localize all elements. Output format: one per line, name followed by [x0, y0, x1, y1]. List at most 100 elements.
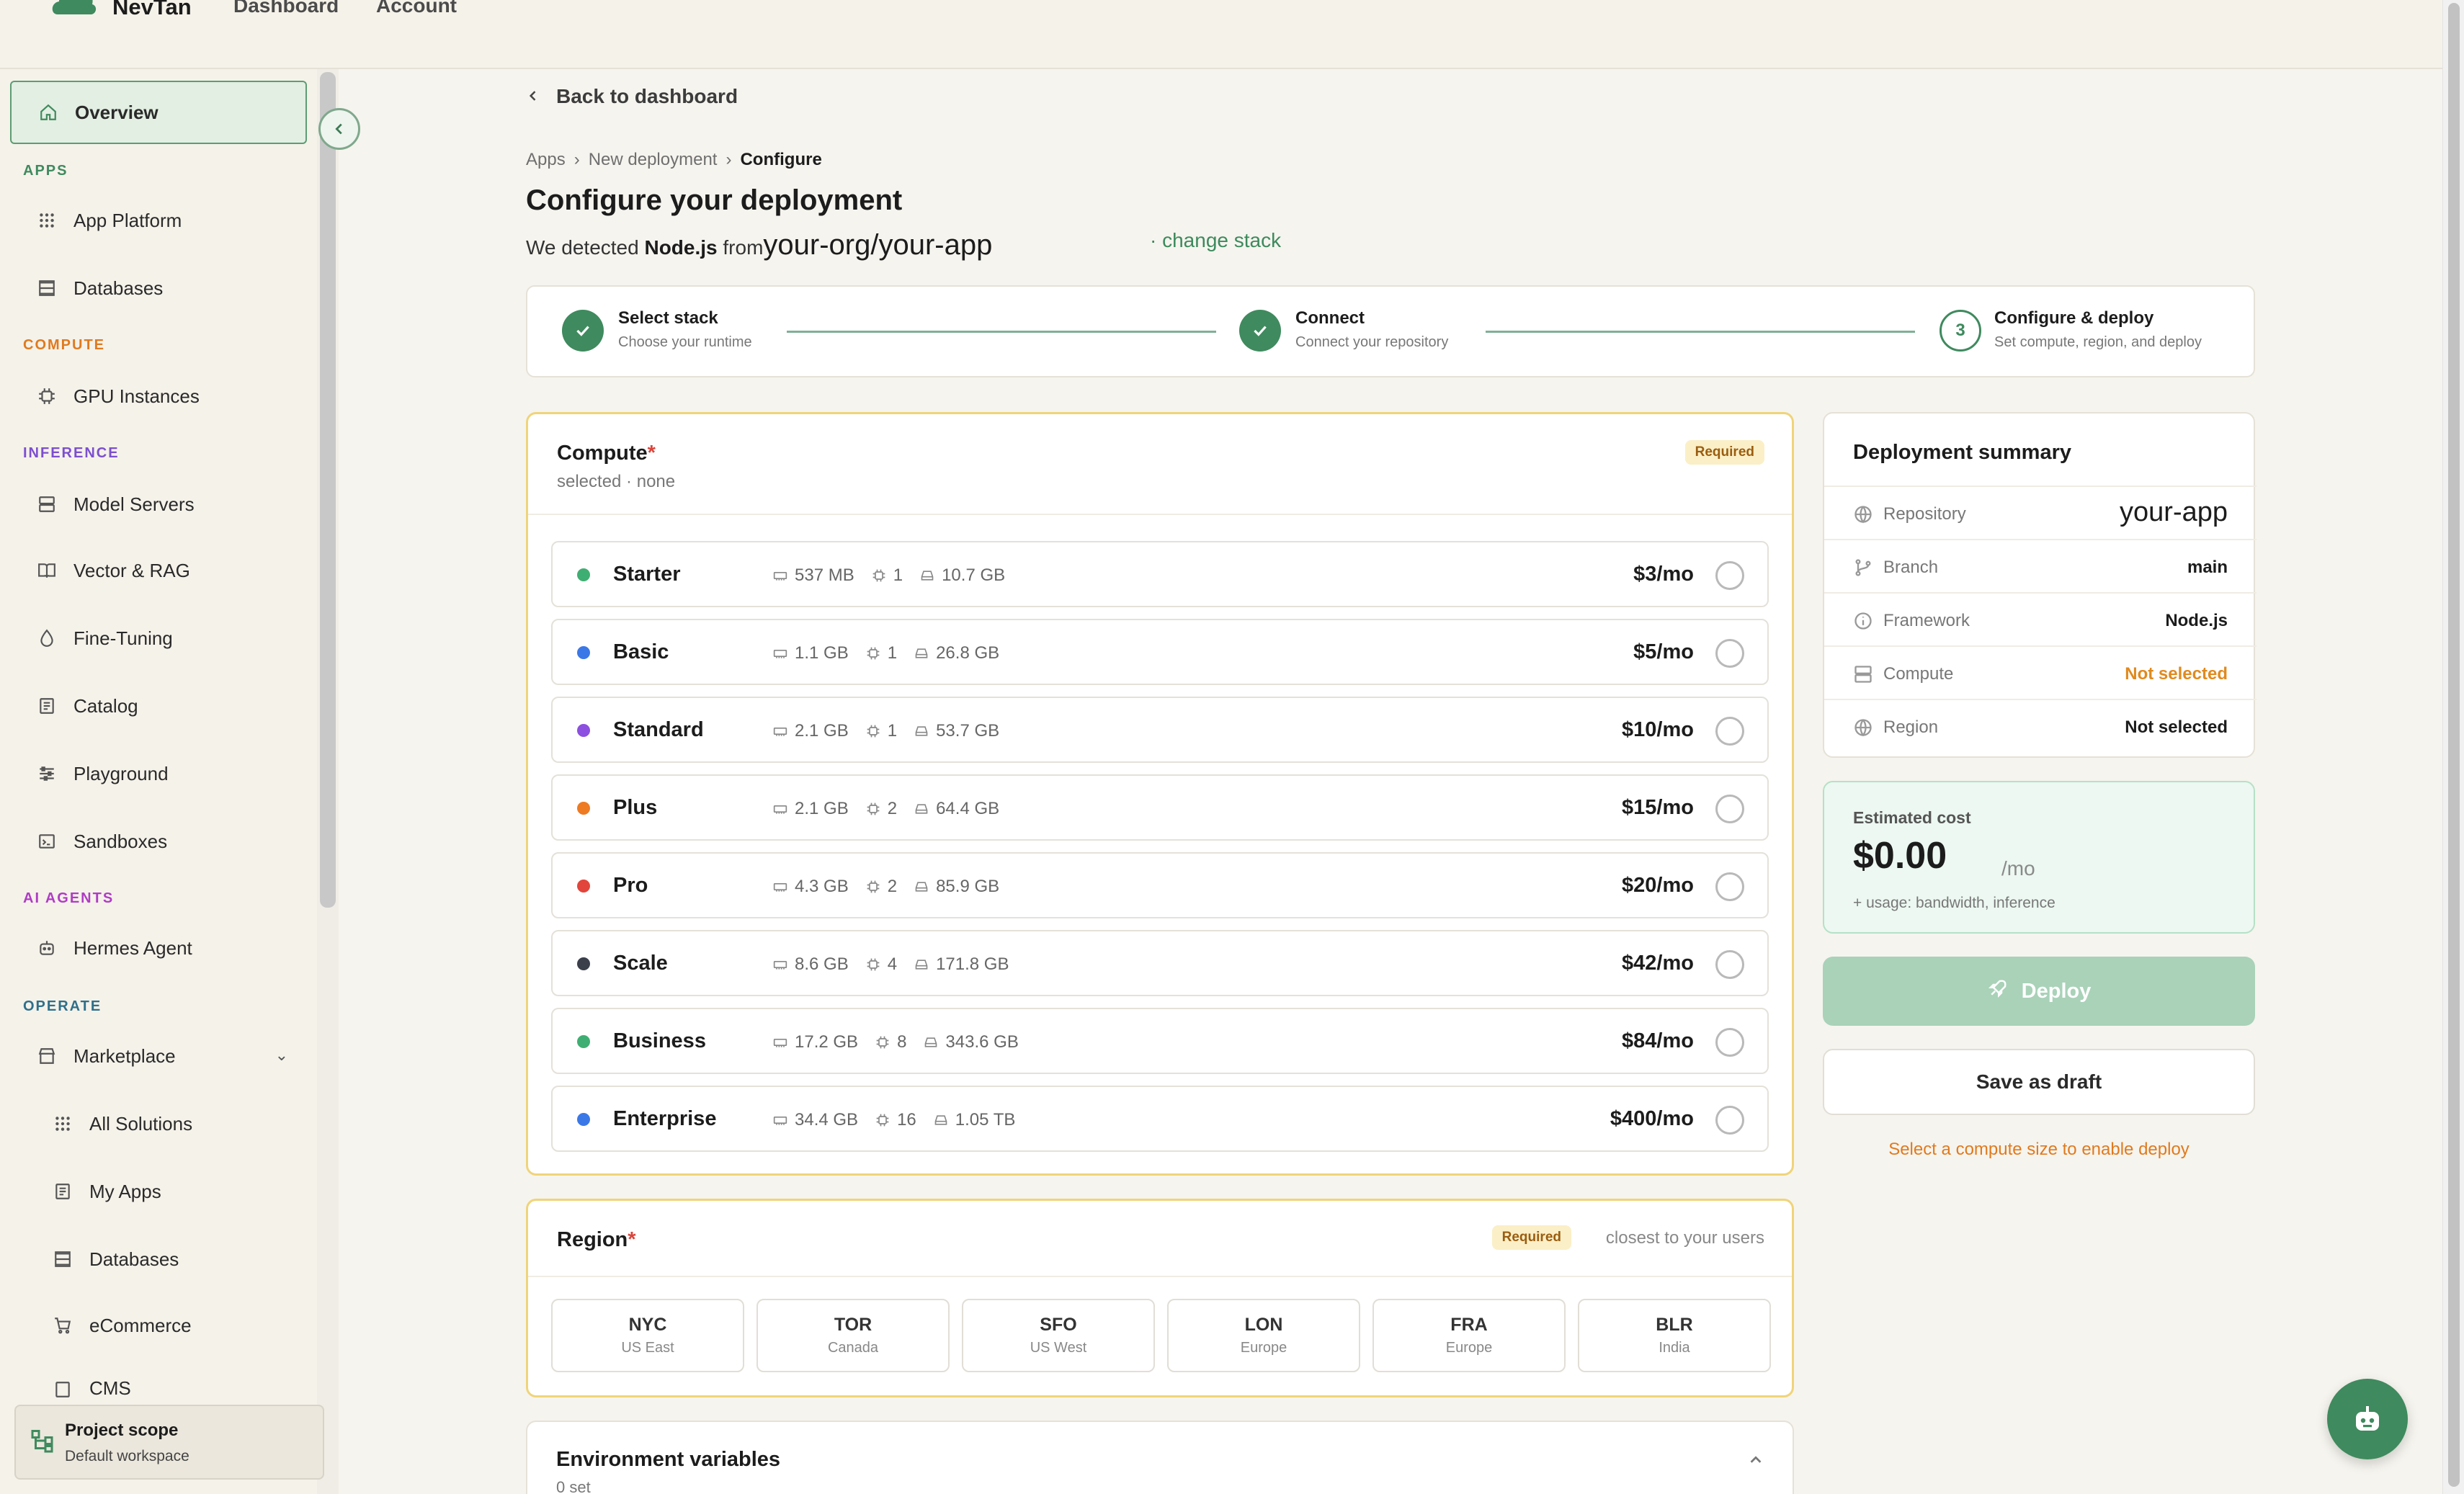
cost-note: + usage: bandwidth, inference — [1853, 895, 2055, 911]
memory-icon — [773, 1117, 787, 1125]
sidebar-item-overview[interactable]: Overview — [10, 81, 307, 144]
disk-icon — [915, 804, 928, 814]
tier-cpu: 2 — [887, 799, 898, 818]
compute-tier-row[interactable]: Business 17.2 GB 8 343.6 GB $84/mo — [551, 1008, 1769, 1074]
region-option-fra[interactable]: FRA Europe — [1372, 1299, 1566, 1372]
assistant-fab-button[interactable] — [2327, 1379, 2408, 1459]
region-code: LON — [1244, 1315, 1283, 1335]
sidebar-item-databases[interactable]: Databases — [10, 256, 307, 320]
collapse-sidebar-button[interactable] — [318, 108, 360, 150]
sidebar-item-catalog[interactable]: Catalog — [10, 674, 307, 738]
tier-radio[interactable] — [1715, 1028, 1744, 1057]
compute-tier-row[interactable]: Enterprise 34.4 GB 16 1.05 TB $400/mo — [551, 1086, 1769, 1152]
tier-name: Basic — [613, 640, 669, 663]
save-draft-button[interactable]: Save as draft — [1823, 1049, 2255, 1115]
detected-repo: your-org/your-app — [763, 229, 993, 261]
region-option-sfo[interactable]: SFO US West — [962, 1299, 1155, 1372]
tier-radio[interactable] — [1715, 561, 1744, 590]
region-location: Canada — [827, 1340, 879, 1356]
breadcrumb-current: Configure — [740, 150, 822, 169]
tier-radio[interactable] — [1715, 717, 1744, 746]
region-option-blr[interactable]: BLR India — [1578, 1299, 1771, 1372]
sidebar-item-marketplace[interactable]: Marketplace ⌄ — [10, 1024, 307, 1088]
tier-radio[interactable] — [1715, 795, 1744, 823]
cpu-spec: 16 — [875, 1110, 916, 1130]
tier-radio[interactable] — [1715, 950, 1744, 979]
memory-icon — [773, 650, 787, 658]
sidebar-item-gpu-instances[interactable]: GPU Instances — [10, 364, 307, 428]
tier-radio[interactable] — [1715, 639, 1744, 668]
tier-ram: 2.1 GB — [795, 799, 849, 818]
topnav-account[interactable]: Account — [376, 0, 457, 17]
tier-color-dot — [577, 802, 590, 815]
sidebar-item-sandboxes[interactable]: Sandboxes — [10, 810, 307, 873]
back-to-dashboard-link[interactable]: Back to dashboard — [526, 85, 738, 108]
sidebar-item-playground[interactable]: Playground — [10, 742, 307, 805]
required-asterisk: * — [628, 1228, 636, 1251]
compute-tier-row[interactable]: Starter 537 MB 1 10.7 GB $3/mo — [551, 541, 1769, 607]
topnav-dashboard[interactable]: Dashboard — [233, 0, 339, 17]
chevron-up-icon[interactable] — [1748, 1451, 1764, 1473]
region-hint: closest to your users — [1605, 1228, 1764, 1248]
compute-tier-row[interactable]: Basic 1.1 GB 1 26.8 GB $5/mo — [551, 619, 1769, 685]
cost-period: /mo — [2001, 857, 2035, 880]
sidebar-item-my-apps[interactable]: My Apps — [10, 1160, 307, 1223]
compute-tier-row[interactable]: Pro 4.3 GB 2 85.9 GB $20/mo — [551, 852, 1769, 918]
region-code: BLR — [1656, 1315, 1693, 1335]
step-connector — [1486, 331, 1915, 333]
tier-cpu: 1 — [893, 565, 903, 585]
compute-tier-row[interactable]: Plus 2.1 GB 2 64.4 GB $15/mo — [551, 774, 1769, 841]
compute-tier-row[interactable]: Standard 2.1 GB 1 53.7 GB $10/mo — [551, 697, 1769, 763]
env-vars-card[interactable]: Environment variables 0 set — [526, 1421, 1794, 1494]
summary-row-region: Region Not selected — [1824, 699, 2257, 752]
deploy-label: Deploy — [2021, 979, 2092, 1003]
memory-icon — [773, 728, 787, 736]
page-scrollbar-thumb[interactable] — [2448, 3, 2460, 1487]
sidebar-item-label: Databases — [73, 277, 164, 299]
cpu-spec: 2 — [866, 877, 897, 897]
sidebar-item-label: CMS — [89, 1377, 131, 1397]
sidebar-item-databases-sub[interactable]: Databases — [10, 1227, 307, 1291]
sidebar-item-cms[interactable]: CMS — [10, 1361, 307, 1397]
progress-stepper: Select stack Choose your runtime Connect… — [526, 285, 2255, 377]
tier-disk: 64.4 GB — [936, 799, 1000, 818]
step-connector — [787, 331, 1216, 333]
app-logo-text[interactable]: NevTan — [112, 0, 192, 20]
summary-title: Deployment summary — [1853, 441, 2071, 464]
breadcrumb-separator: › — [573, 150, 580, 169]
sidebar-item-fine-tuning[interactable]: Fine-Tuning — [10, 607, 307, 670]
chevron-down-icon[interactable]: ⌄ — [275, 1046, 288, 1065]
sidebar-item-vector-rag[interactable]: Vector & RAG — [10, 539, 307, 602]
detected-framework: Node.js — [644, 236, 718, 259]
deploy-button[interactable]: Deploy — [1823, 957, 2255, 1026]
project-scope-selector[interactable]: Project scope Default workspace — [14, 1405, 324, 1480]
sidebar-item-model-servers[interactable]: Model Servers — [10, 473, 307, 536]
ram-spec: 8.6 GB — [773, 954, 849, 975]
ram-spec: 2.1 GB — [773, 799, 849, 819]
region-option-nyc[interactable]: NYC US East — [551, 1299, 744, 1372]
tier-radio[interactable] — [1715, 1106, 1744, 1135]
tier-radio[interactable] — [1715, 872, 1744, 901]
sidebar-scrollbar-thumb[interactable] — [320, 72, 336, 908]
tier-cpu: 16 — [897, 1110, 916, 1130]
section-label-operate: OPERATE — [23, 998, 102, 1014]
region-option-lon[interactable]: LON Europe — [1167, 1299, 1360, 1372]
disk-icon — [934, 1115, 947, 1125]
sidebar-item-all-solutions[interactable]: All Solutions — [10, 1092, 307, 1155]
memory-icon — [773, 883, 787, 892]
detect-prefix: We detected — [526, 236, 639, 259]
breadcrumb-apps[interactable]: Apps — [526, 150, 566, 169]
flame-icon — [35, 626, 59, 650]
change-stack-link[interactable]: · change stack — [1150, 229, 1281, 252]
region-option-tor[interactable]: TOR Canada — [756, 1299, 950, 1372]
sidebar-item-hermes-agent[interactable]: Hermes Agent — [10, 916, 307, 980]
sidebar-item-app-platform[interactable]: App Platform — [10, 189, 307, 252]
sidebar-item-ecommerce[interactable]: eCommerce — [10, 1294, 307, 1357]
sidebar-scrollbar[interactable] — [317, 69, 339, 1494]
tier-name: Business — [613, 1029, 706, 1052]
breadcrumb-new-deployment[interactable]: New deployment — [589, 150, 718, 169]
tier-disk: 1.05 TB — [955, 1110, 1016, 1130]
compute-tier-row[interactable]: Scale 8.6 GB 4 171.8 GB $42/mo — [551, 930, 1769, 996]
database-icon — [50, 1247, 75, 1271]
page-scrollbar[interactable] — [2442, 0, 2464, 1494]
